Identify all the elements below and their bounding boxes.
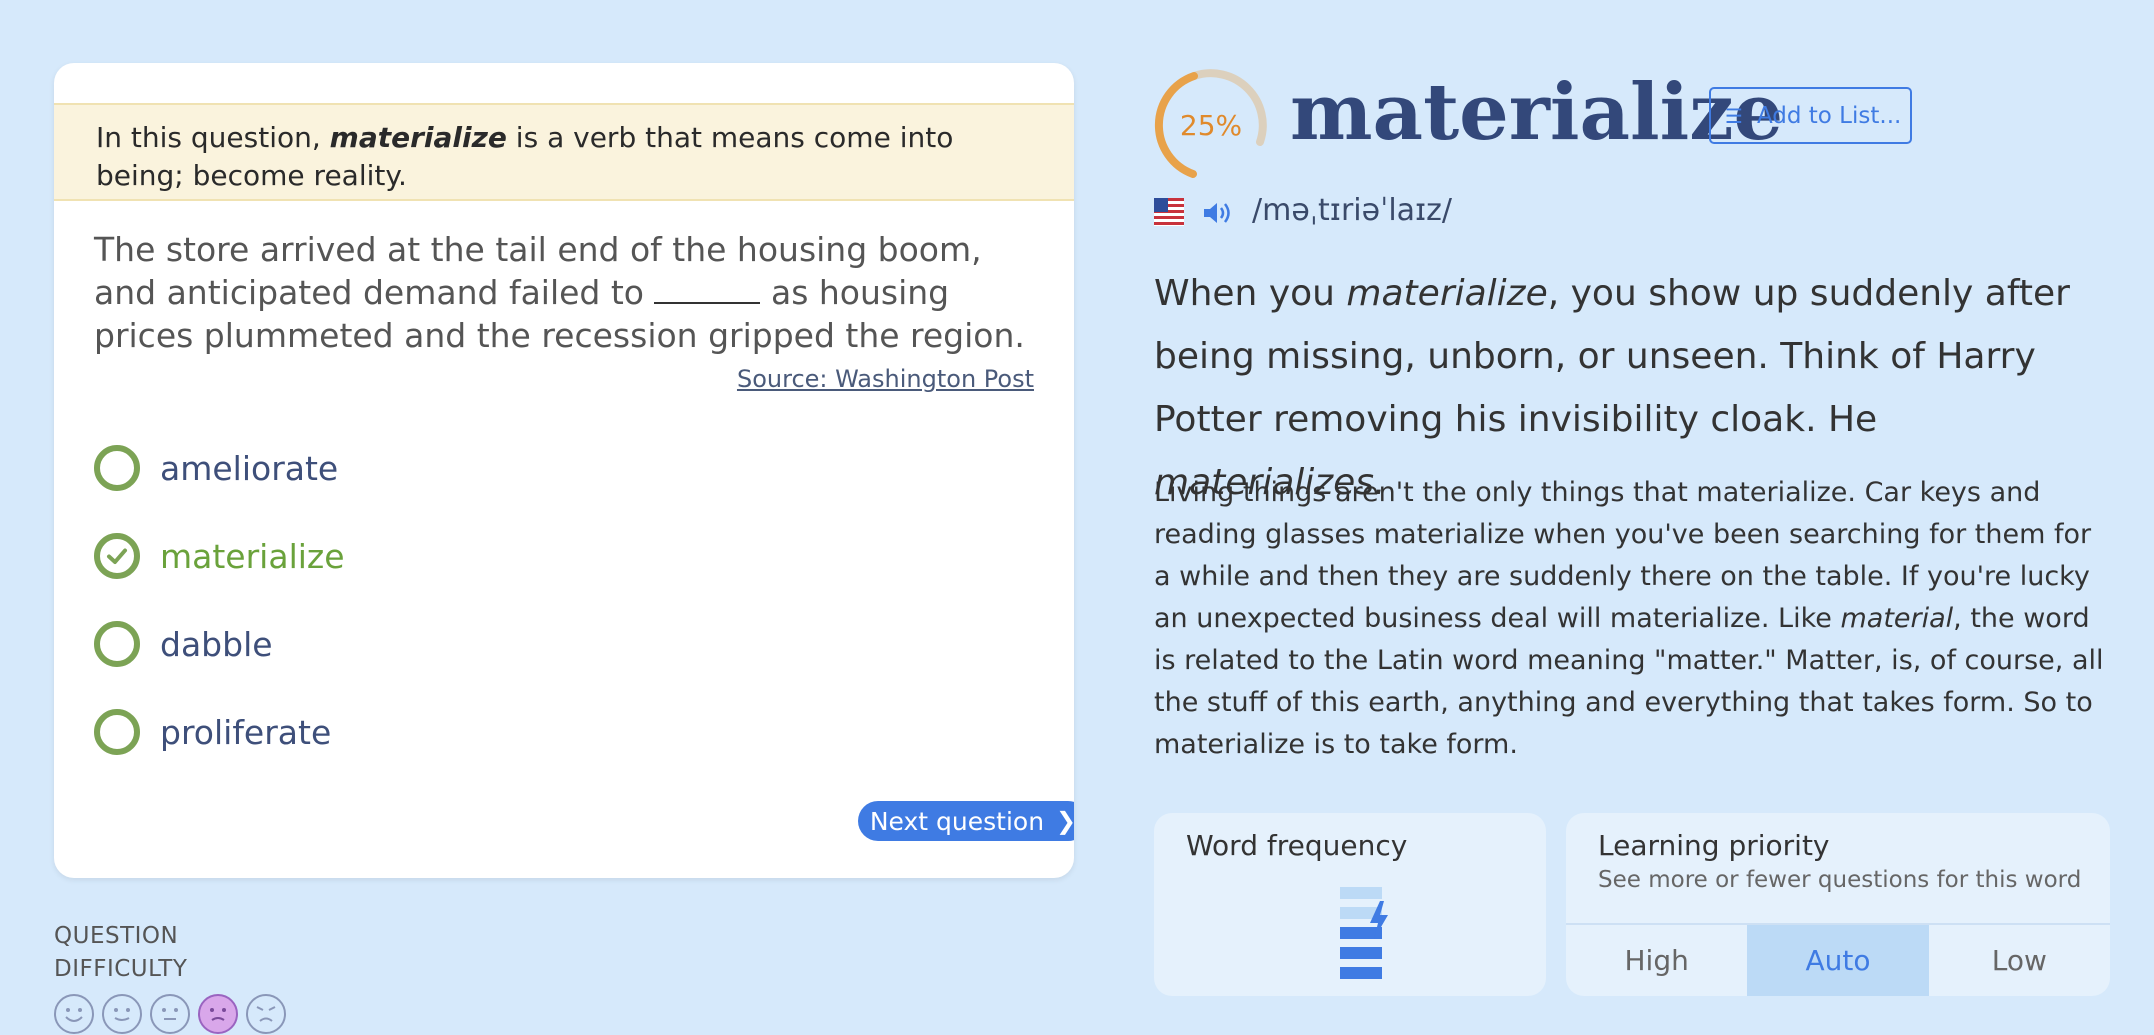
choice-label: dabble <box>160 624 273 664</box>
word-frequency-panel: Word frequency <box>1154 813 1546 996</box>
radio-circle-icon <box>94 709 140 755</box>
very-happy-face-icon[interactable] <box>54 994 94 1034</box>
short-def-text: When you <box>1154 273 1347 314</box>
choice-proliferate[interactable]: proliferate <box>94 707 331 757</box>
learning-priority-panel: Learning priority See more or fewer ques… <box>1566 813 2110 996</box>
hint-prefix: In this question, <box>96 121 330 154</box>
next-question-button[interactable]: Next question ❯ <box>858 801 1074 841</box>
priority-high-button[interactable]: High <box>1566 925 1747 996</box>
word-progress-ring: 25% <box>1152 66 1270 184</box>
neutral-face-icon[interactable] <box>150 994 190 1034</box>
choice-label: ameliorate <box>160 448 339 488</box>
question-card: In this question, materialize is a verb … <box>54 63 1074 878</box>
us-flag-icon <box>1154 198 1184 226</box>
difficulty-line-1: QUESTION <box>54 923 179 949</box>
frequency-bars-icon <box>1326 873 1396 985</box>
radio-circle-icon <box>94 621 140 667</box>
choice-ameliorate[interactable]: ameliorate <box>94 443 338 493</box>
learning-priority-title: Learning priority <box>1598 829 1830 862</box>
sad-face-icon[interactable] <box>198 994 238 1034</box>
question-sentence: The store arrived at the tail end of the… <box>94 228 1034 357</box>
long-def-word: material <box>1840 603 1954 634</box>
list-icon: ☰ <box>1725 103 1743 128</box>
chevron-right-icon: ❯ <box>1056 807 1074 835</box>
source-link[interactable]: Source: Washington Post <box>737 365 1034 393</box>
difficulty-line-2: DIFFICULTY <box>54 956 188 982</box>
priority-low-button[interactable]: Low <box>1929 925 2110 996</box>
hint-word: materialize <box>329 121 507 154</box>
choice-dabble[interactable]: dabble <box>94 619 273 669</box>
next-question-label: Next question <box>869 806 1045 836</box>
pronunciation: /məˌtɪriəˈlaɪz/ <box>1252 193 1453 228</box>
priority-options: High Auto Low <box>1566 923 2110 996</box>
question-difficulty-label: QUESTION DIFFICULTY <box>54 920 187 986</box>
long-definition: Living things aren't the only things tha… <box>1154 472 2114 766</box>
progress-percent: 25% <box>1179 108 1243 142</box>
question-hint: In this question, materialize is a verb … <box>54 103 1074 201</box>
sentence-blank <box>654 274 761 304</box>
angry-face-icon[interactable] <box>246 994 286 1034</box>
short-def-word: materialize <box>1346 273 1548 314</box>
choice-label: proliferate <box>160 712 332 752</box>
difficulty-faces <box>54 994 286 1034</box>
radio-circle-icon <box>94 445 140 491</box>
priority-auto-button[interactable]: Auto <box>1747 925 1929 996</box>
learning-priority-subtitle: See more or fewer questions for this wor… <box>1598 867 2082 893</box>
choice-materialize[interactable]: materialize <box>94 531 345 581</box>
speaker-icon[interactable] <box>1202 199 1234 227</box>
add-to-list-label: Add to List... <box>1756 102 1902 129</box>
happy-face-icon[interactable] <box>102 994 142 1034</box>
add-to-list-button[interactable]: ☰ Add to List... <box>1709 87 1912 144</box>
word-frequency-title: Word frequency <box>1186 829 1408 862</box>
choice-label: materialize <box>160 536 345 576</box>
checkmark-circle-icon <box>94 533 140 579</box>
